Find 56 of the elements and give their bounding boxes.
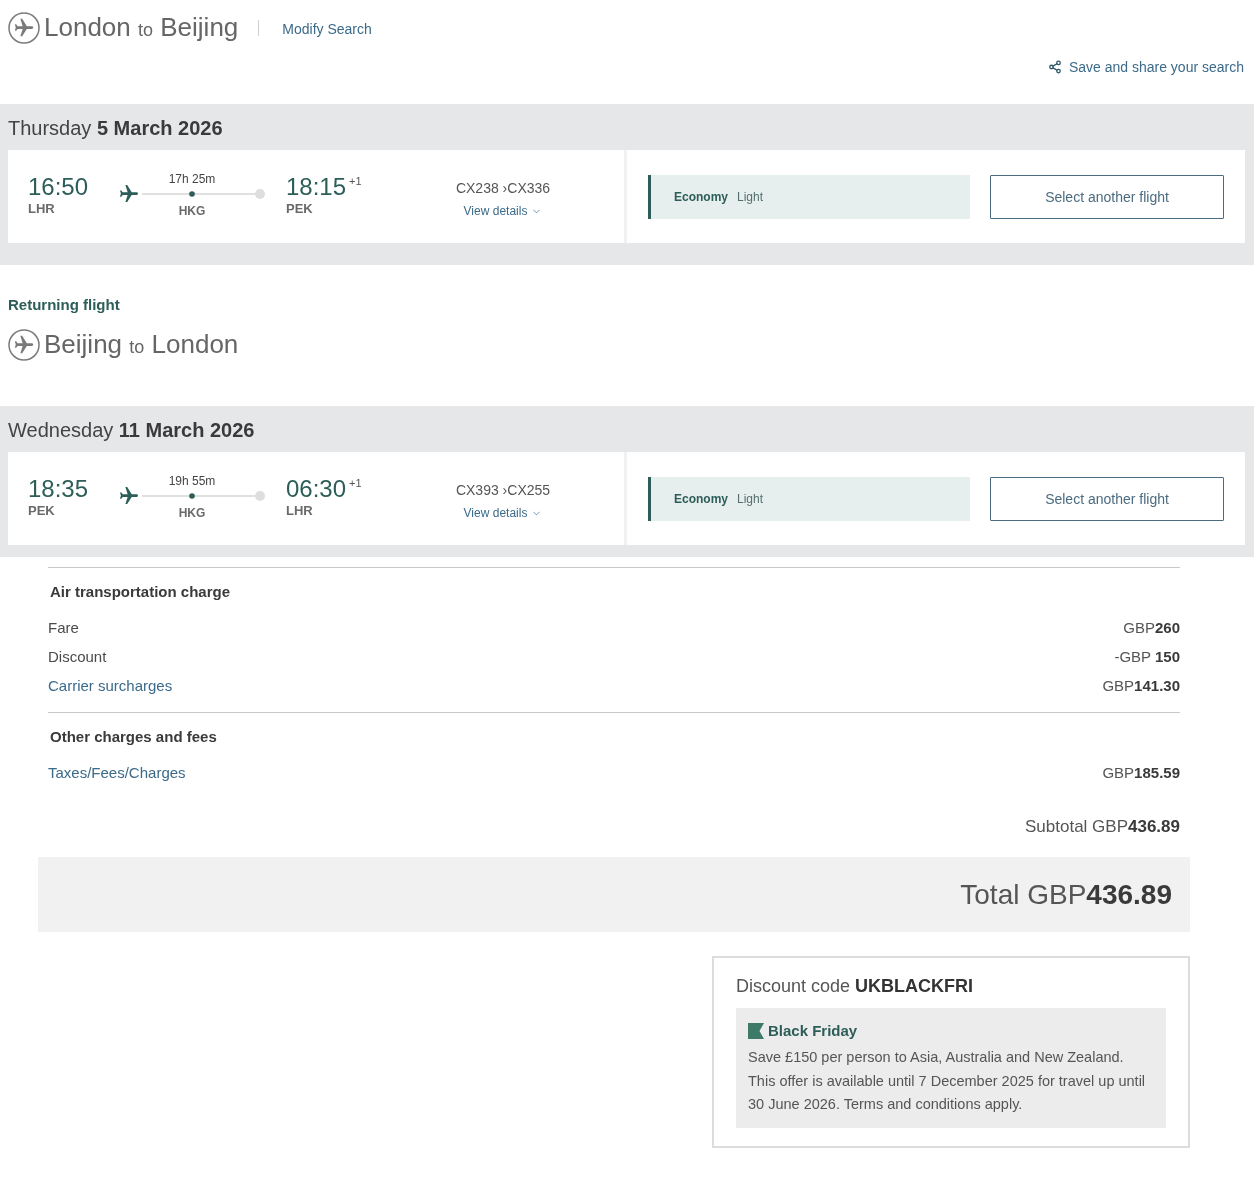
returning-label: Returning flight	[8, 296, 121, 314]
plane-icon	[120, 185, 138, 203]
day-offset: +1	[349, 476, 362, 490]
charges-heading: Other charges and fees	[50, 728, 218, 746]
airport-code: PEK	[286, 201, 313, 217]
cabin-class: Economy	[674, 491, 728, 506]
date-heading: Wednesday 11 March 2026	[8, 418, 256, 442]
day-offset: +1	[349, 174, 362, 188]
view-details-link[interactable]: View details	[463, 204, 543, 218]
discount-heading: Discount code UKBLACKFRI	[736, 975, 975, 997]
share-icon	[1047, 60, 1062, 74]
charge-amount: -GBP 150	[1114, 648, 1180, 665]
total-text: Total GBP436.89	[960, 878, 1172, 912]
airport-code: LHR	[28, 201, 55, 217]
fare-type: Light	[737, 491, 764, 506]
select-flight-button[interactable]: Select another flight	[990, 476, 1224, 521]
select-flight-button[interactable]: Select another flight	[990, 174, 1224, 219]
flight-numbers: CX238 ›CX336	[455, 179, 551, 197]
cabin-class: Economy	[674, 189, 728, 204]
duration-text: 19h 55m	[167, 474, 217, 488]
flight-numbers: CX393 ›CX255	[455, 481, 551, 499]
arrival-time: 18:15	[286, 173, 347, 201]
departure-time: 18:35	[28, 475, 89, 503]
stop-dot-icon	[189, 493, 195, 499]
route-title: London to Beijing	[44, 10, 239, 44]
plane-icon	[8, 12, 40, 44]
charge-link[interactable]: Carrier surcharges	[48, 677, 173, 694]
plane-icon	[8, 329, 40, 361]
route-title: Beijing to London	[44, 327, 239, 361]
charge-link[interactable]: Taxes/Fees/Charges	[48, 764, 186, 781]
stop-dot-icon	[189, 191, 195, 197]
arrival-time: 06:30	[286, 475, 347, 503]
duration-text: 17h 25m	[167, 172, 217, 186]
promo-title: Black Friday	[768, 1021, 858, 1041]
end-dot-icon	[255, 189, 265, 199]
share-search-link[interactable]: Save and share your search	[1047, 58, 1244, 76]
subtotal-text: Subtotal GBP436.89	[1025, 816, 1180, 838]
stop-airport: HKG	[177, 506, 207, 520]
modify-search-link[interactable]: Modify Search	[282, 21, 372, 37]
charge-label: Discount	[48, 648, 107, 665]
charge-amount: GBP141.30	[1102, 677, 1180, 694]
charge-amount: GBP185.59	[1102, 764, 1180, 781]
end-dot-icon	[255, 491, 265, 501]
fare-type: Light	[737, 189, 764, 204]
charge-amount: GBP260	[1123, 619, 1180, 636]
charge-label: Fare	[48, 619, 79, 636]
date-heading: Thursday 5 March 2026	[8, 116, 224, 140]
flag-icon	[748, 1023, 764, 1039]
airport-code: PEK	[28, 503, 55, 519]
airport-code: LHR	[286, 503, 313, 519]
charges-heading: Air transportation charge	[50, 583, 232, 601]
plane-icon	[120, 487, 138, 505]
stop-airport: HKG	[177, 204, 207, 218]
view-details-link[interactable]: View details	[463, 506, 543, 520]
departure-time: 16:50	[28, 173, 89, 201]
promo-text: Save £150 per person to Asia, Australia and New Zealand. This offer is available until 7 December 2025 for travel up until 30 June 2026. Terms and conditions apply.	[748, 1048, 1147, 1114]
